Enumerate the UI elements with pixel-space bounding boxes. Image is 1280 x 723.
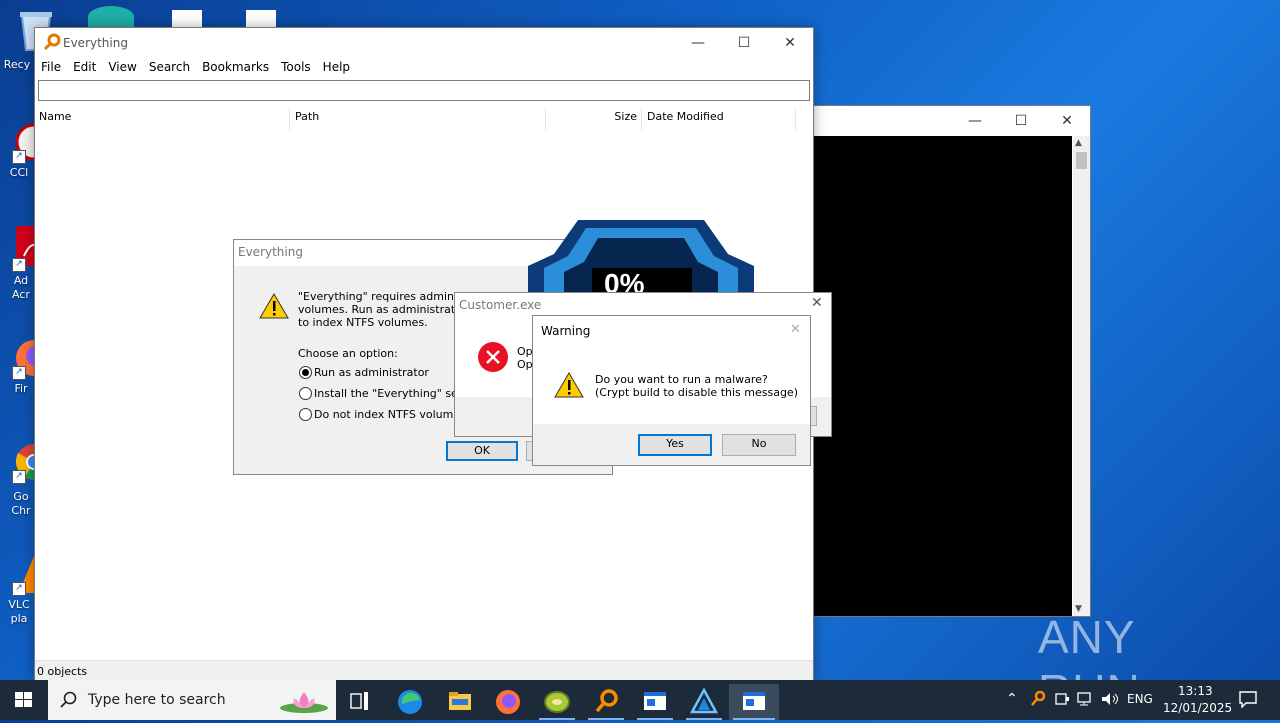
column-path[interactable]: Path xyxy=(295,108,546,130)
file-icon[interactable] xyxy=(172,10,202,28)
kiwi-app-icon[interactable] xyxy=(535,684,579,720)
console-window[interactable]: — ☐ ✕ ▲ ▼ xyxy=(811,105,1091,617)
shortcut-arrow-icon: ↗ xyxy=(12,258,26,272)
notification-icon[interactable] xyxy=(1238,690,1258,711)
column-name[interactable]: Name xyxy=(39,108,290,130)
menubar: File Edit View Search Bookmarks Tools Help xyxy=(35,59,356,79)
radio-do-not-index[interactable] xyxy=(299,408,312,421)
dialog-title: Everything xyxy=(238,245,303,259)
anyrun-watermark: ANY RUN xyxy=(1038,610,1238,717)
console-taskbar-icon[interactable] xyxy=(729,684,779,720)
shortcut-arrow-icon: ↗ xyxy=(12,150,26,164)
edge-desktop-icon[interactable] xyxy=(88,6,134,28)
menu-help[interactable]: Help xyxy=(317,59,356,75)
taskbar: Type here to search ⌃ ENG 13:13 12/01/20… xyxy=(0,680,1280,720)
scrollbar[interactable]: ▲ ▼ xyxy=(1073,136,1090,616)
warning-icon xyxy=(553,371,585,402)
statusbar: 0 objects xyxy=(35,660,813,681)
warning-line-1: Do you want to run a malware? xyxy=(595,373,768,386)
shortcut-arrow-icon: ↗ xyxy=(12,470,26,484)
window-title: Everything xyxy=(63,36,128,50)
warning-dialog[interactable]: Warning ✕ Do you want to run a malware? … xyxy=(532,315,811,466)
desktop-label-firefox: Fir xyxy=(14,382,28,395)
menu-bookmarks[interactable]: Bookmarks xyxy=(196,59,275,75)
maximize-button[interactable]: ☐ xyxy=(998,106,1044,136)
task-view-icon[interactable] xyxy=(338,684,382,720)
option-run-as-admin[interactable]: Run as administrator xyxy=(314,366,429,379)
desktop-label-acrobat: Ad Acr xyxy=(12,274,30,301)
desktop-label-vlc: VLC pla xyxy=(8,598,30,625)
lotus-icon xyxy=(270,686,330,719)
everything-app-icon xyxy=(43,33,61,54)
app-window-icon[interactable] xyxy=(633,684,677,720)
warning-line-2: (Crypt build to disable this message) xyxy=(595,386,798,399)
column-size[interactable]: Size xyxy=(547,108,642,130)
ok-button[interactable]: OK xyxy=(446,441,518,461)
desktop-label-ccleaner: CCl xyxy=(9,166,29,179)
everything-tray-icon[interactable] xyxy=(1030,690,1046,711)
warning-icon xyxy=(258,292,290,323)
volume-icon[interactable] xyxy=(1100,691,1120,710)
console-output xyxy=(812,136,1072,616)
maximize-button[interactable]: ☐ xyxy=(721,28,767,58)
search-input[interactable] xyxy=(38,80,810,101)
network-icon[interactable] xyxy=(1077,691,1095,710)
anyrun-app-icon[interactable] xyxy=(682,684,726,720)
customer-line: Op xyxy=(517,345,533,358)
clock-date[interactable]: 12/01/2025 xyxy=(1163,701,1232,715)
radio-run-as-admin[interactable] xyxy=(299,366,312,379)
close-icon[interactable]: ✕ xyxy=(790,322,801,337)
titlebar[interactable]: Everything — ☐ ✕ xyxy=(35,28,813,58)
ransom-badge: 0% xyxy=(528,216,754,299)
close-icon[interactable]: ✕ xyxy=(811,295,823,311)
menu-edit[interactable]: Edit xyxy=(67,59,102,75)
dialog-title: Customer.exe xyxy=(459,298,542,312)
start-button[interactable] xyxy=(0,680,48,720)
menu-tools[interactable]: Tools xyxy=(275,59,317,75)
shortcut-arrow-icon: ↗ xyxy=(12,582,26,596)
chevron-up-icon[interactable]: ⌃ xyxy=(1006,691,1018,707)
option-do-not-index[interactable]: Do not index NTFS volumes xyxy=(314,408,466,421)
menu-search[interactable]: Search xyxy=(143,59,196,75)
dialog-title: Warning xyxy=(541,324,591,338)
everything-taskbar-icon[interactable] xyxy=(584,684,628,720)
status-text: 0 objects xyxy=(37,665,88,678)
yes-button[interactable]: Yes xyxy=(638,434,712,456)
search-icon xyxy=(60,691,78,712)
close-button[interactable]: ✕ xyxy=(767,28,813,58)
edge-icon[interactable] xyxy=(388,684,432,720)
shortcut-arrow-icon: ↗ xyxy=(12,366,26,380)
clock-time[interactable]: 13:13 xyxy=(1178,684,1213,698)
taskbar-search-box[interactable]: Type here to search xyxy=(48,680,336,720)
menu-file[interactable]: File xyxy=(35,59,67,75)
firefox-taskbar-icon[interactable] xyxy=(486,684,530,720)
taskbar-search-placeholder: Type here to search xyxy=(88,692,226,708)
minimize-button[interactable]: — xyxy=(675,28,721,58)
menu-view[interactable]: View xyxy=(102,59,142,75)
desktop-label-chrome: Go Chr xyxy=(11,490,31,517)
file-explorer-icon[interactable] xyxy=(437,684,481,720)
customer-line: Op xyxy=(517,358,533,371)
file-icon[interactable] xyxy=(246,10,276,28)
desktop-label-recycle: Recy xyxy=(3,58,31,71)
no-button[interactable]: No xyxy=(722,434,796,456)
minimize-button[interactable]: — xyxy=(952,106,998,136)
error-icon xyxy=(477,341,509,376)
choose-option-label: Choose an option: xyxy=(298,347,398,360)
device-icon[interactable] xyxy=(1054,691,1070,710)
language-indicator[interactable]: ENG xyxy=(1127,692,1153,706)
radio-install-service[interactable] xyxy=(299,387,312,400)
column-date-modified[interactable]: Date Modified xyxy=(647,108,796,130)
close-button[interactable]: ✕ xyxy=(1044,106,1090,136)
